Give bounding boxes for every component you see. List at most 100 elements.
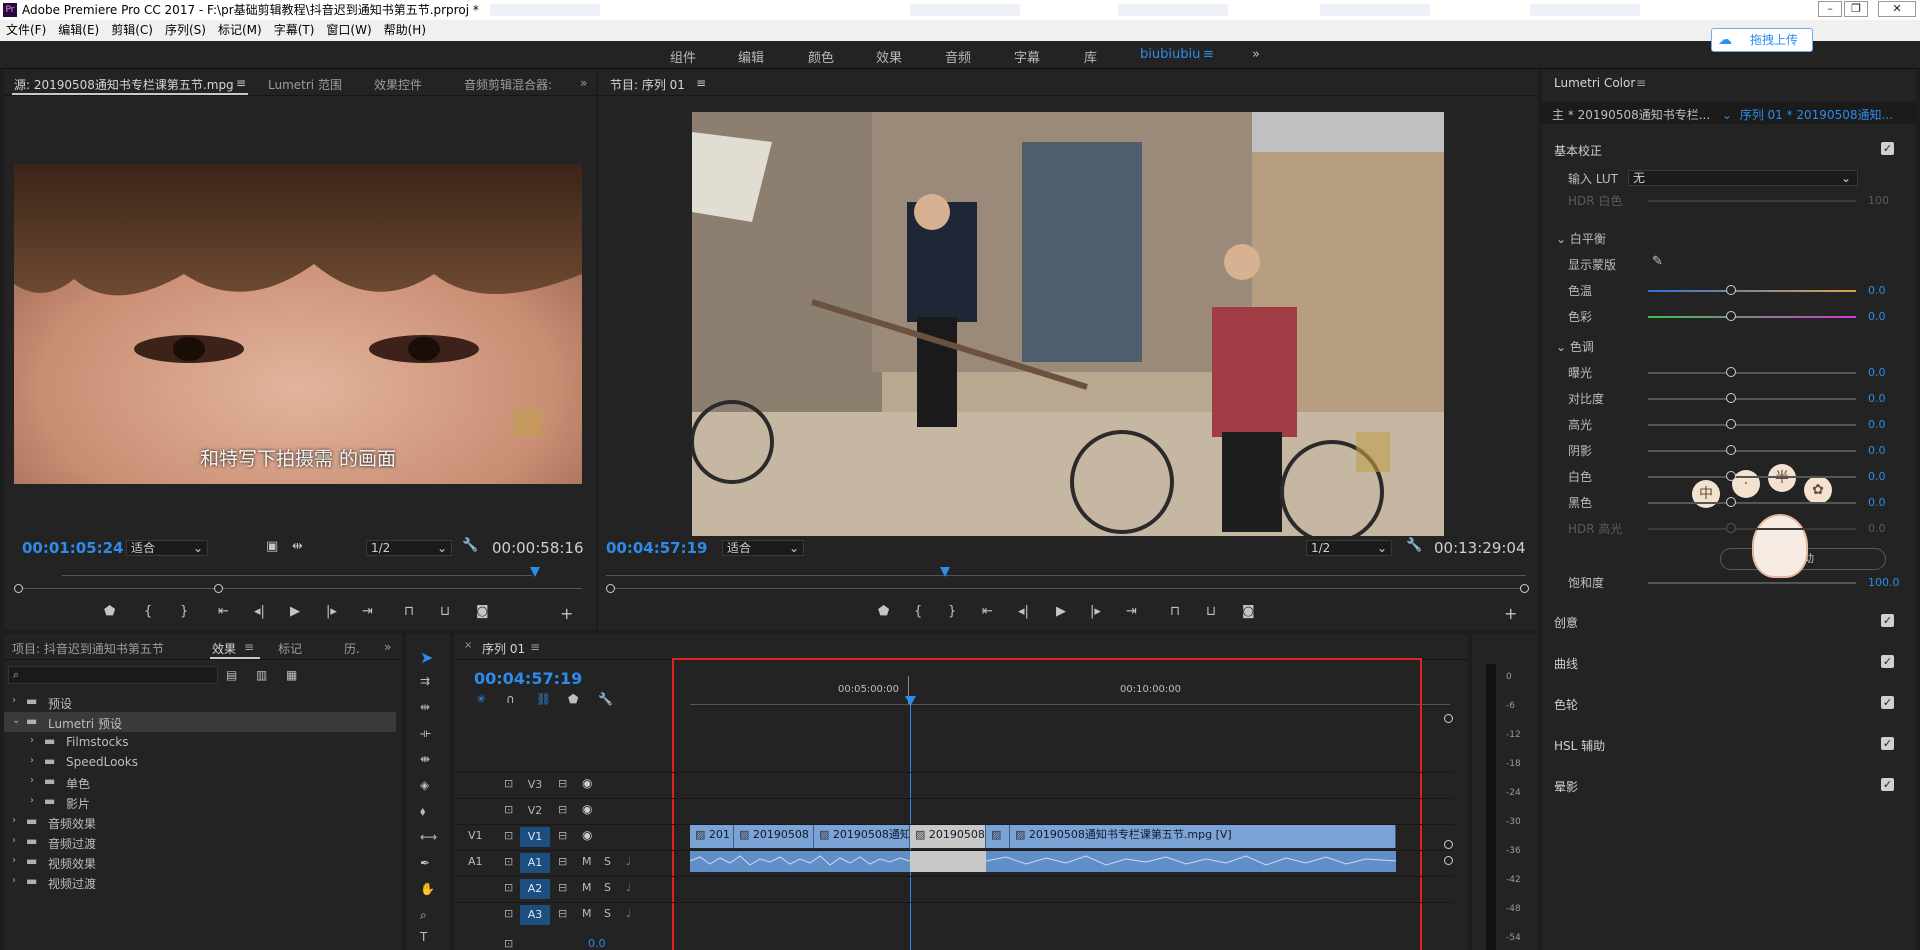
section-enable-checkbox[interactable]: ✓	[1881, 614, 1894, 627]
effects-search-input[interactable]: ⌕	[8, 666, 218, 684]
type-tool-icon[interactable]: T	[420, 930, 427, 944]
workspace-menu-icon[interactable]: ≡	[1203, 47, 1214, 62]
add-marker-icon[interactable]: ⬟	[568, 692, 578, 706]
lumetri-section-header[interactable]: 创意	[1554, 614, 1578, 631]
adjust-slider[interactable]	[1648, 290, 1856, 292]
expand-arrow-icon[interactable]: ›	[12, 875, 16, 886]
slider-value[interactable]: 0.0	[1868, 310, 1886, 323]
eyedropper-icon[interactable]: ✎	[1652, 254, 1663, 269]
expand-arrow-icon[interactable]: ›	[12, 695, 16, 706]
slider-knob[interactable]	[1726, 285, 1737, 295]
workspace-color[interactable]: 颜色	[808, 47, 834, 66]
ripple-edit-tool-icon[interactable]: ⇹	[420, 700, 430, 714]
close-sequence-icon[interactable]: ×	[464, 640, 472, 651]
solo-button[interactable]: S	[604, 881, 611, 894]
master-clip-label[interactable]: 主 * 20190508通知书专栏...	[1552, 106, 1710, 123]
go-to-out-icon[interactable]: ⇥	[1126, 604, 1137, 619]
tab-sequence[interactable]: 序列 01	[482, 640, 525, 657]
menu-help[interactable]: 帮助(H)	[378, 20, 432, 41]
extract-icon[interactable]: ⊔	[1206, 604, 1216, 619]
workspace-custom[interactable]: biubiubiu	[1140, 47, 1200, 62]
lock-icon[interactable]: ⊡	[504, 777, 513, 790]
slider-knob[interactable]	[1726, 393, 1737, 403]
source-timecode[interactable]: 00:01:05:24	[22, 539, 124, 557]
adjust-slider[interactable]	[1648, 424, 1856, 426]
slider-value[interactable]: 0.0	[1868, 470, 1886, 483]
play-icon[interactable]: ▶	[290, 604, 300, 619]
overwrite-icon[interactable]: ⊔	[440, 604, 450, 619]
workspace-titles[interactable]: 字幕	[1014, 47, 1040, 66]
tree-item[interactable]: › ▬ 音频过渡	[4, 832, 396, 852]
source-fit-select[interactable]: 适合 ⌄	[126, 540, 208, 556]
workspace-editing[interactable]: 编辑	[738, 47, 764, 66]
input-lut-select[interactable]: 无 ⌄	[1628, 170, 1858, 186]
tree-item[interactable]: › ▬ 影片	[4, 792, 396, 812]
tab-menu-icon[interactable]: ≡	[244, 640, 254, 654]
tab-menu-icon[interactable]: ≡	[1636, 76, 1646, 90]
wrench-icon[interactable]: 🔧	[1406, 538, 1422, 553]
source-time-ruler[interactable]	[14, 567, 582, 581]
add-button-icon[interactable]: +	[1504, 604, 1517, 623]
lock-icon[interactable]: ⊡	[504, 881, 513, 894]
slider-value[interactable]: 0.0	[1868, 418, 1886, 431]
lock-icon[interactable]: ⊡	[504, 829, 513, 842]
basic-correction-header[interactable]: 基本校正	[1554, 142, 1602, 159]
go-to-in-icon[interactable]: ⇤	[982, 604, 993, 619]
section-enable-checkbox[interactable]: ✓	[1881, 696, 1894, 709]
mark-in-icon[interactable]: {	[144, 604, 152, 619]
sequence-clip-label[interactable]: ⌄ 序列 01 * 20190508通知...	[1722, 106, 1893, 123]
go-to-out-icon[interactable]: ⇥	[362, 604, 373, 619]
lift-icon[interactable]: ⊓	[1170, 604, 1180, 619]
expand-arrow-icon[interactable]: ›	[12, 835, 16, 846]
step-forward-icon[interactable]: |▸	[326, 604, 337, 619]
lumetri-title[interactable]: Lumetri Color	[1554, 76, 1635, 90]
white-balance-header[interactable]: ⌄ 白平衡	[1556, 230, 1606, 247]
master-lock-icon[interactable]: ⊡	[504, 937, 513, 950]
linked-selection-icon[interactable]: ⛓	[536, 692, 551, 706]
lumetri-section-header[interactable]: 色轮	[1554, 696, 1578, 713]
expand-arrow-icon[interactable]: ›	[12, 855, 16, 866]
source-patch-label[interactable]: A1	[468, 855, 483, 868]
menu-sequence[interactable]: 序列(S)	[159, 20, 212, 41]
pen-tool-icon[interactable]: ✒	[420, 856, 430, 870]
sync-lock-icon[interactable]: ⊟	[558, 855, 567, 868]
lock-icon[interactable]: ⊡	[504, 803, 513, 816]
adjust-slider[interactable]	[1648, 372, 1856, 374]
expand-arrow-icon[interactable]: ›	[30, 735, 34, 746]
export-frame-icon[interactable]: ◙	[1242, 604, 1255, 619]
mute-button[interactable]: M	[582, 907, 592, 920]
drag-video-icon[interactable]: ⇹	[292, 539, 303, 554]
sync-lock-icon[interactable]: ⊟	[558, 803, 567, 816]
mark-out-icon[interactable]: }	[948, 604, 956, 619]
eye-icon[interactable]: ◉	[582, 828, 592, 842]
lumetri-section-header[interactable]: 晕影	[1554, 778, 1578, 795]
add-marker-icon[interactable]: ⬟	[878, 604, 889, 619]
menu-clip[interactable]: 剪辑(C)	[105, 20, 159, 41]
source-zoom-bar[interactable]	[14, 584, 582, 594]
mute-button[interactable]: M	[582, 881, 592, 894]
tab-menu-icon[interactable]: ≡	[696, 76, 706, 90]
expand-arrow-icon[interactable]: ⌄	[12, 715, 20, 726]
workspace-libraries[interactable]: 库	[1084, 47, 1097, 66]
yuv-effects-icon[interactable]: ▦	[286, 668, 297, 682]
slider-knob[interactable]	[1726, 445, 1737, 455]
slider-value[interactable]: 0.0	[1868, 366, 1886, 379]
track-target-v1[interactable]: V1	[520, 827, 550, 847]
expand-arrow-icon[interactable]: ›	[30, 775, 34, 786]
timeline-timecode[interactable]: 00:04:57:19	[474, 669, 582, 688]
hand-tool-icon[interactable]: ✋	[420, 882, 435, 896]
sync-lock-icon[interactable]: ⊟	[558, 907, 567, 920]
workspace-effects[interactable]: 效果	[876, 47, 902, 66]
section-enable-checkbox[interactable]: ✓	[1881, 655, 1894, 668]
adjust-slider[interactable]	[1648, 450, 1856, 452]
tone-header[interactable]: ⌄ 色调	[1556, 338, 1594, 355]
mark-in-icon[interactable]: {	[914, 604, 922, 619]
microphone-icon[interactable]: ♩	[626, 907, 631, 920]
track-target-v2[interactable]: V2	[520, 801, 550, 821]
section-enable-checkbox[interactable]: ✓	[1881, 737, 1894, 750]
saturation-slider[interactable]	[1648, 582, 1856, 584]
tab-project[interactable]: 项目: 抖音迟到通知书第五节	[12, 640, 164, 657]
wrench-icon[interactable]: 🔧	[462, 538, 478, 553]
tab-source[interactable]: 源: 20190508通知书专栏课第五节.mpg	[14, 76, 234, 93]
add-marker-icon[interactable]: ⬟	[104, 604, 115, 619]
